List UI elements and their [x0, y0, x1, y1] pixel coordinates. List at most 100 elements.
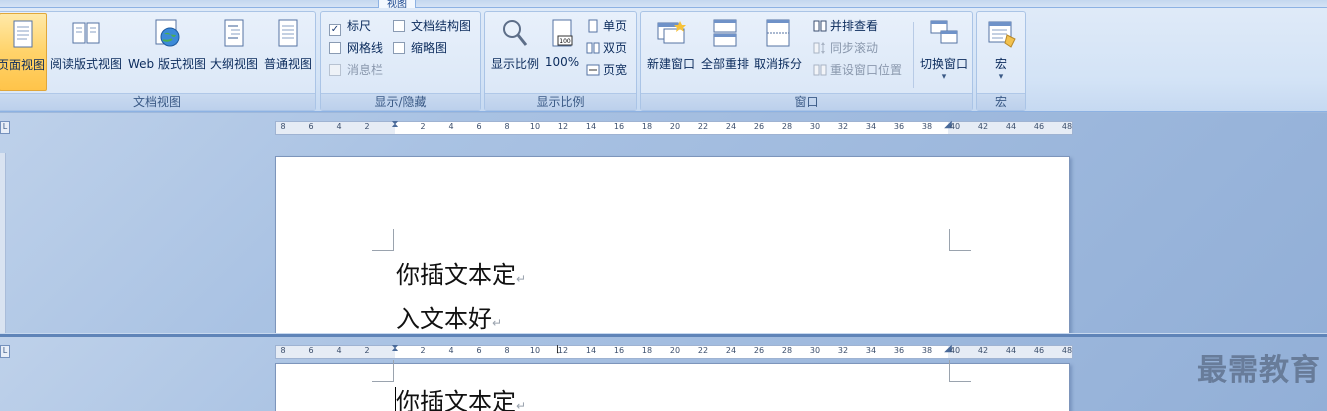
macros-button[interactable]: 宏 ▾	[980, 13, 1022, 91]
two-pages-button[interactable]: 双页	[586, 39, 627, 59]
web-layout-label: Web 版式视图	[128, 57, 206, 71]
ruler-tick-label: 24	[725, 122, 737, 131]
ruler-tick-label: 2	[364, 346, 370, 355]
synchronous-scrolling-button[interactable]: 同步滚动	[813, 39, 878, 59]
full-screen-reading-button[interactable]: 阅读版式视图	[49, 13, 123, 91]
message-bar-label: 消息栏	[347, 63, 384, 77]
paragraph-text: 你插文本定	[396, 388, 516, 411]
document-page[interactable]: 你插文本定↵	[275, 360, 1070, 411]
zoom-button[interactable]: 显示比例	[487, 13, 543, 91]
ruler-tick-label: 6	[308, 122, 314, 131]
outline-view-button[interactable]: 大纲视图	[209, 13, 259, 91]
crop-mark-top-right	[949, 360, 971, 382]
ruler-tick-label: 22	[697, 346, 709, 355]
document-paragraph-1[interactable]: 你插文本定↵	[396, 253, 526, 301]
group-label-macros: 宏	[977, 93, 1025, 110]
ruler-tick-label: 46	[1033, 346, 1045, 355]
gridlines-checkbox[interactable]: 网格线	[329, 39, 383, 57]
outline-view-label: 大纲视图	[209, 57, 258, 71]
group-label-document-views: 文档视图	[0, 93, 315, 110]
checkmark-icon: ✓	[329, 24, 341, 36]
one-page-label: 单页	[603, 19, 628, 33]
ruler-tick-label: 8	[504, 346, 510, 355]
ruler-tick-label: 8	[504, 122, 510, 131]
ruler-tick-label: 40	[949, 122, 961, 131]
checkbox-empty-icon	[329, 42, 341, 54]
print-layout-button[interactable]: 页面视图	[0, 13, 47, 91]
ruler-tick-label: 26	[753, 122, 765, 131]
group-show-hide: ✓ 标尺 文档结构图 网格线 缩略图 消息栏 显示/隐藏	[320, 11, 481, 111]
document-paragraph-2[interactable]: 入文本好↵	[396, 297, 502, 333]
group-label-show-hide: 显示/隐藏	[321, 93, 480, 110]
svg-text:100: 100	[559, 38, 571, 45]
ruler-tick-label: 18	[641, 122, 653, 131]
chevron-down-icon: ▾	[998, 72, 1004, 82]
synchronous-scrolling-label: 同步滚动	[830, 41, 879, 55]
indent-marker-icon[interactable]: ⧗	[391, 343, 398, 354]
single-page-icon	[588, 19, 598, 33]
tab-selector-icon[interactable]: L	[0, 121, 10, 134]
group-document-views: 页面视图 阅读版式视图 Web 版式视图 大纲视图 普通视图 文档视图	[0, 11, 316, 111]
document-pane-bottom[interactable]: L ⧗ ⌊ ◢ 8 6 4 2 2 4 6 8 10 12 14 16 18 20 22 24 26 28 30 32…	[0, 337, 1327, 411]
page-width-button[interactable]: 页宽	[586, 61, 627, 81]
ruler-tick-label: 42	[977, 122, 989, 131]
message-bar-checkbox[interactable]: 消息栏	[329, 61, 383, 79]
document-pane-top[interactable]: L ⧗ ◢ 8 6 4 2 2 4 6 8 10 12 14 16 18 20 22 24 26 28 30 32 34…	[0, 113, 1327, 333]
ruler-tick-label: 48	[1061, 346, 1073, 355]
arrange-all-icon	[713, 19, 737, 47]
ruler-tick-label: 12	[557, 346, 569, 355]
ruler-tick-label: 16	[613, 122, 625, 131]
reading-view-icon	[72, 22, 100, 44]
two-pages-label: 双页	[603, 41, 628, 55]
ruler-tick-label: 14	[585, 122, 597, 131]
ruler-tick-label: 28	[781, 122, 793, 131]
remove-split-button[interactable]: 取消拆分	[752, 13, 804, 91]
thumbnails-label: 缩略图	[411, 41, 448, 55]
tab-view[interactable]: 视图	[378, 0, 416, 10]
side-by-side-icon	[813, 20, 827, 32]
chevron-down-icon: ▾	[941, 72, 947, 82]
ruler-checkbox[interactable]: ✓ 标尺	[329, 17, 371, 36]
horizontal-ruler[interactable]: L ⧗ ⌊ ◢ 8 6 4 2 2 4 6 8 10 12 14 16 18 20 22 24 26 28 30 32…	[0, 341, 1327, 361]
ruler-tick-label: 32	[837, 346, 849, 355]
new-window-button[interactable]: 新建窗口	[644, 13, 698, 91]
ruler-tick-label: 6	[308, 346, 314, 355]
ribbon-tab-strip: 视图	[0, 0, 1327, 10]
draft-icon	[278, 19, 298, 47]
ruler-tick-label: 20	[669, 122, 681, 131]
tab-selector-icon[interactable]: L	[0, 345, 10, 358]
crop-mark-top-left	[372, 360, 394, 382]
ruler-tick-label: 40	[949, 346, 961, 355]
magnifier-icon	[503, 20, 528, 46]
draft-view-label: 普通视图	[263, 57, 312, 71]
document-page[interactable]: 你插文本定↵ 入文本好↵	[275, 156, 1070, 333]
crop-mark-top-left	[372, 229, 394, 251]
one-page-button[interactable]: 单页	[586, 17, 627, 37]
ruler-tick-label: 34	[865, 346, 877, 355]
page-width-icon	[586, 64, 600, 76]
zoom-100-button[interactable]: 100 100%	[543, 13, 581, 91]
paragraph-text: 你插文本定	[396, 261, 516, 289]
view-side-by-side-button[interactable]: 并排查看	[813, 17, 878, 37]
document-paragraph-1[interactable]: 你插文本定↵	[396, 380, 526, 411]
crop-mark-top-right	[949, 229, 971, 251]
ruler-tick-label: 10	[529, 346, 541, 355]
checkbox-empty-icon	[393, 20, 405, 32]
thumbnails-checkbox[interactable]: 缩略图	[393, 39, 447, 57]
ruler-tick-label: 14	[585, 346, 597, 355]
arrange-all-button[interactable]: 全部重排	[699, 13, 751, 91]
group-window: 新建窗口 全部重排 取消拆分 并排查看 同步滚动 重设窗口位置 切换窗口 ▾ 窗…	[640, 11, 973, 111]
zoom-100-label: 100%	[544, 55, 580, 69]
group-macros: 宏 ▾ 宏	[976, 11, 1026, 111]
draft-view-button[interactable]: 普通视图	[261, 13, 315, 91]
zoom-label: 显示比例	[490, 57, 539, 71]
checkbox-empty-icon	[329, 64, 341, 76]
web-layout-button[interactable]: Web 版式视图	[127, 13, 207, 91]
switch-windows-button[interactable]: 切换窗口 ▾	[917, 13, 971, 91]
horizontal-ruler[interactable]: L ⧗ ◢ 8 6 4 2 2 4 6 8 10 12 14 16 18 20 22 24 26 28 30 32 34…	[0, 117, 1327, 137]
ruler-tick-label: 8	[280, 122, 286, 131]
indent-marker-icon[interactable]: ⧗	[391, 119, 398, 130]
document-map-checkbox[interactable]: 文档结构图	[393, 17, 471, 35]
reset-window-position-button[interactable]: 重设窗口位置	[813, 61, 902, 81]
macros-label: 宏	[994, 57, 1007, 71]
